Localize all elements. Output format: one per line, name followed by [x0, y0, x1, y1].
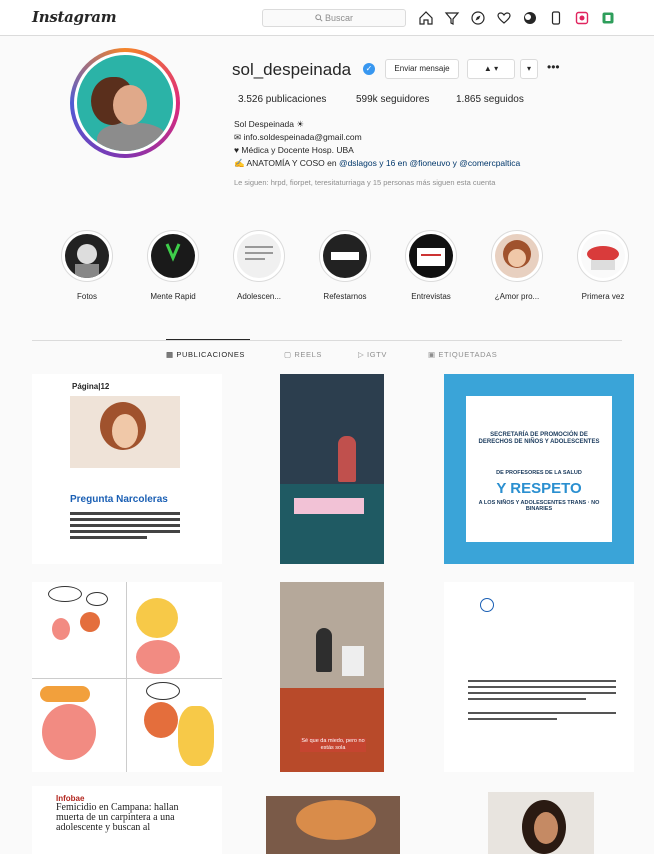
profile-avatar[interactable]: [70, 48, 180, 158]
search-icon: [315, 11, 323, 22]
comic-bubble: [48, 586, 82, 602]
post-thumbnail[interactable]: [32, 582, 222, 772]
more-options-icon[interactable]: •••: [547, 60, 560, 74]
tab-tagged[interactable]: ▣ ETIQUETADAS: [428, 350, 497, 359]
tab-reels[interactable]: ▢ REELS: [284, 350, 322, 359]
highlight-label: Fotos: [76, 292, 97, 301]
comic-figure: [40, 686, 90, 702]
highlight-item[interactable]: ¿Amor pro...: [482, 230, 552, 301]
post-thumbnail[interactable]: Página|12 Pregunta Narcoleras: [32, 374, 222, 564]
filter-icon[interactable]: [444, 10, 460, 26]
highlight-label: Refestarnos: [323, 292, 367, 301]
nav-icons: [418, 10, 616, 26]
bio-email: ✉ info.soldespeinada@gmail.com: [234, 132, 362, 142]
following-button[interactable]: ▲ ▾: [467, 59, 515, 79]
phone-icon[interactable]: [548, 10, 564, 26]
comic-figure: [42, 704, 96, 760]
comic-figure: [144, 702, 178, 738]
post-thumbnail[interactable]: [444, 582, 634, 772]
tabs-divider: [32, 340, 622, 341]
highlight-item[interactable]: Adolescen...: [224, 230, 294, 301]
highlight-item[interactable]: Mente Rapid: [138, 230, 208, 301]
comic-figure: [80, 612, 100, 632]
poster-header-text: SECRETARÍA DE PROMOCIÓN DE DERECHOS DE N…: [478, 432, 600, 445]
highlight-label: Primera vez: [581, 292, 625, 301]
post-headline: Pregunta Narcoleras: [70, 494, 168, 505]
active-tab-indicator: [166, 339, 250, 340]
comic-figure: [136, 598, 178, 638]
bio-line2-prefix: ✍ ANATOMÍA Y COSO en: [234, 158, 337, 168]
record-icon[interactable]: [574, 10, 590, 26]
profile-username: sol_despeinada: [232, 60, 352, 79]
highlight-label: Mente Rapid: [150, 292, 196, 301]
post-photo: [70, 396, 180, 468]
highlight-item[interactable]: Refestarnos: [310, 230, 380, 301]
followed-by-text[interactable]: Le siguen: hrpd, fiorpet, teresitaturria…: [234, 176, 634, 189]
poster-big-text: Y RESPETO: [496, 480, 582, 497]
post-headline: Femicidio en Campana: hallan muerta de u…: [56, 802, 179, 833]
bookmark-icon[interactable]: [600, 10, 616, 26]
post-body-lines: [70, 512, 180, 542]
bio-line2: ✍ ANATOMÍA Y COSO en @dslagos y 16 en @f…: [234, 157, 634, 170]
highlight-label: ¿Amor pro...: [494, 292, 540, 301]
document-seal-icon: [480, 598, 494, 612]
heart-icon[interactable]: [496, 10, 512, 26]
suggestions-dropdown-button[interactable]: ▾: [520, 59, 538, 79]
bio-line1: ♥ Médica y Docente Hosp. UBA: [234, 145, 354, 155]
post-object-shape: [342, 646, 364, 676]
send-message-button[interactable]: Enviar mensaje: [385, 59, 459, 79]
post-thumbnail[interactable]: Sé que da miedo, pero no estás sola: [280, 582, 384, 772]
comic-figure: [178, 706, 214, 766]
search-input[interactable]: Buscar: [262, 9, 406, 27]
highlight-item[interactable]: Entrevistas: [396, 230, 466, 301]
tab-igtv[interactable]: ▷ IGTV: [358, 350, 387, 359]
profile-tabs: ▦ PUBLICACIONES ▢ REELS ▷ IGTV ▣ ETIQUET…: [0, 350, 654, 364]
profile-icon[interactable]: [522, 10, 538, 26]
top-navbar: Instagram Buscar: [0, 0, 654, 36]
comic-bubble: [86, 592, 108, 606]
post-caption-sticker: [294, 498, 364, 514]
profile-bio: Sol Despeinada ☀ ✉ info.soldespeinada@gm…: [234, 118, 634, 189]
followers-count[interactable]: 599k seguidores: [356, 94, 429, 105]
post-thumbnail[interactable]: [266, 796, 400, 854]
bio-name: Sol Despeinada ☀: [234, 119, 304, 129]
document-text-lines: [468, 680, 616, 724]
posts-count: 3.526 publicaciones: [238, 94, 327, 105]
highlight-item[interactable]: Fotos: [52, 230, 122, 301]
poster-panel: SECRETARÍA DE PROMOCIÓN DE DERECHOS DE N…: [466, 396, 612, 542]
following-count[interactable]: 1.865 seguidos: [456, 94, 524, 105]
home-icon[interactable]: [418, 10, 434, 26]
comic-bubble: [146, 682, 180, 700]
post-thumbnail[interactable]: [280, 374, 384, 564]
bio-mentions-link[interactable]: @dslagos y 16 en @fioneuvo y @comercpalt…: [339, 158, 520, 168]
story-highlights: Fotos Mente Rapid Adolescen... Refestarn…: [50, 230, 630, 310]
poster-sub-text: A LOS NIÑOS Y ADOLESCENTES TRANS · NO BI…: [478, 500, 600, 512]
search-placeholder: Buscar: [324, 13, 353, 23]
post-person-shape: [338, 436, 356, 482]
highlight-item[interactable]: Primera vez: [568, 230, 638, 301]
explore-icon[interactable]: [470, 10, 486, 26]
highlight-label: Adolescen...: [236, 292, 282, 301]
post-person-shape: [316, 628, 332, 672]
verified-badge-icon: ✓: [363, 63, 375, 75]
post-caption-text: Sé que da miedo, pero no estás sola: [300, 738, 366, 752]
comic-figure: [52, 618, 70, 640]
post-thumbnail[interactable]: [488, 792, 594, 854]
tab-posts[interactable]: ▦ PUBLICACIONES: [166, 350, 245, 359]
instagram-logo[interactable]: Instagram: [32, 8, 117, 26]
poster-line-text: DE PROFESORES DE LA SALUD: [496, 470, 582, 476]
comic-figure: [136, 640, 180, 674]
post-thumbnail[interactable]: SECRETARÍA DE PROMOCIÓN DE DERECHOS DE N…: [444, 374, 634, 564]
highlight-label: Entrevistas: [411, 292, 451, 301]
post-thumbnail[interactable]: Infobae Femicidio en Campana: hallan mue…: [32, 786, 222, 854]
post-brand-text: Página|12: [72, 382, 110, 391]
